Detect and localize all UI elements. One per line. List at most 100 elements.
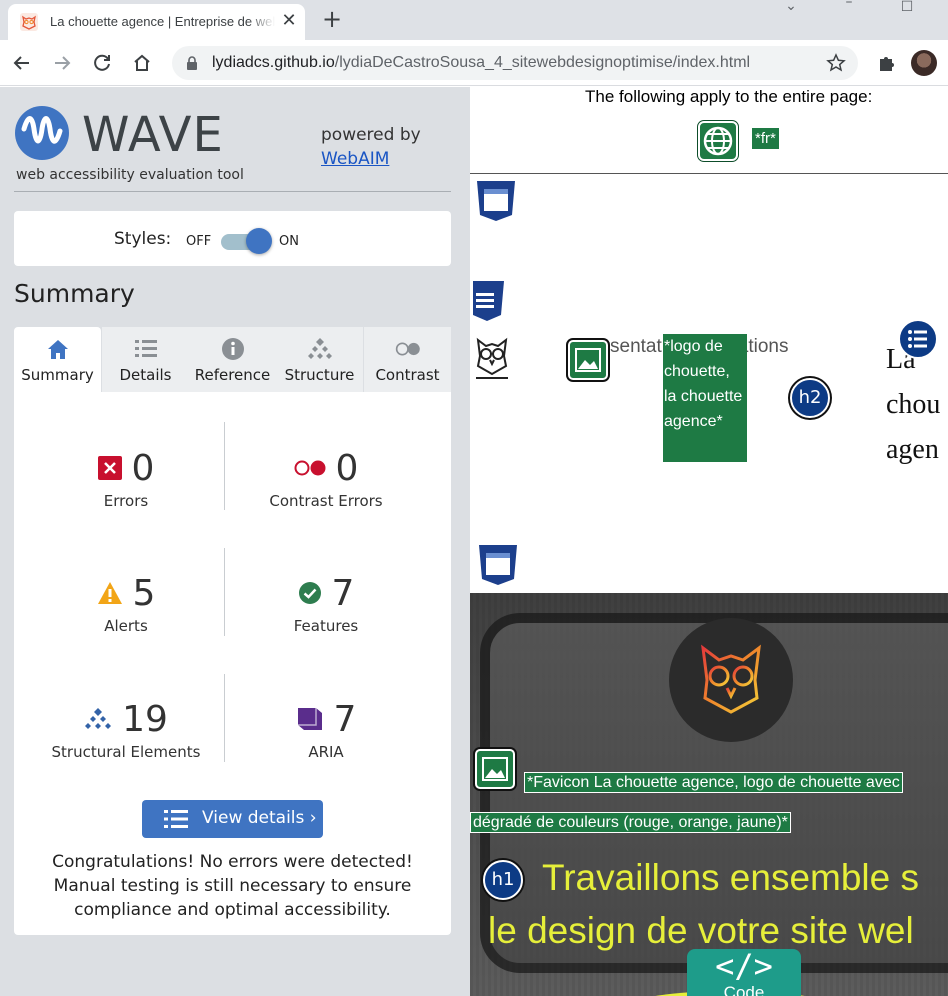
- structural-count: 19: [122, 698, 168, 740]
- toggle-knob[interactable]: [246, 228, 272, 254]
- new-tab-icon[interactable]: +: [318, 6, 346, 34]
- aria-landmark-icon[interactable]: [476, 543, 520, 587]
- aria-nav-icon[interactable]: [470, 279, 514, 323]
- page-divider: [470, 173, 948, 174]
- code-word: Code: [723, 983, 765, 996]
- contrast-icon: [395, 342, 420, 356]
- globe-icon: [703, 126, 733, 156]
- tab-strip: La chouette agence | Entreprise de web d…: [0, 0, 948, 40]
- url-host: lydiadcs.github.io: [212, 54, 335, 71]
- structural-label: Structural Elements: [51, 743, 201, 761]
- webaim-link[interactable]: WebAIM: [321, 149, 389, 169]
- reload-icon[interactable]: [88, 49, 116, 77]
- structure-icon: [85, 708, 112, 729]
- hero-heading: Travaillons ensemble s le design de votr…: [488, 851, 948, 957]
- contrast-errors-count: 0: [335, 447, 359, 489]
- tab-contrast[interactable]: Contrast: [364, 327, 451, 392]
- tab-structure-label: Structure: [284, 366, 355, 384]
- url-path: /lydiaDeCastroSousa_4_sitewebdesignoptim…: [334, 54, 751, 71]
- error-icon: [97, 456, 122, 480]
- tab-title: La chouette agence | Entreprise de web d…: [50, 14, 275, 29]
- wave-brand: WAVE: [82, 107, 224, 163]
- congrats-message: Congratulations! No errors were detected…: [52, 852, 413, 920]
- stat-features[interactable]: 7 Features: [226, 572, 426, 636]
- bookmark-star-icon[interactable]: [826, 53, 846, 73]
- wave-divider: [14, 191, 451, 192]
- styles-toggle[interactable]: [221, 228, 272, 254]
- favicon-alt-text: *Favicon La chouette agence, logo de cho…: [470, 763, 948, 843]
- stat-errors[interactable]: 0 Errors: [26, 448, 226, 510]
- stat-alerts[interactable]: 5 Alerts: [26, 573, 226, 635]
- browser-toolbar: lydiadcs.github.io/lydiaDeCastroSousa_4_…: [0, 40, 948, 86]
- errors-count: 0: [131, 447, 155, 489]
- powered-by-text: powered by: [321, 125, 421, 145]
- wave-subtitle: web accessibility evaluation tool: [16, 167, 244, 183]
- features-label: Features: [293, 617, 359, 635]
- contrast-error-icon: [294, 460, 326, 476]
- wave-tabs: Summary Details Reference Structure Cont…: [14, 327, 451, 392]
- hierarchy-icon: [307, 338, 332, 359]
- aria-label: ARIA: [308, 743, 344, 761]
- picture-icon: [575, 348, 601, 372]
- stat-aria[interactable]: 7 ARIA: [226, 699, 426, 761]
- hero-section: *Favicon La chouette agence, logo de cho…: [470, 593, 948, 996]
- minimize-icon[interactable]: –: [834, 0, 864, 12]
- powered-by: powered by WebAIM: [321, 123, 421, 171]
- tab-contrast-label: Contrast: [375, 366, 440, 384]
- alert-icon: [97, 582, 122, 604]
- owl-logo-icon: [476, 337, 508, 379]
- summary-panel: 0 Errors 0 Contrast Errors 5 Alerts 7 Fe…: [14, 392, 451, 935]
- tab-structure[interactable]: Structure: [276, 327, 363, 392]
- image-icon[interactable]: [568, 340, 608, 380]
- tab-summary[interactable]: Summary: [14, 327, 101, 392]
- stat-contrast-errors[interactable]: 0 Contrast Errors: [226, 447, 426, 511]
- tab-summary-label: Summary: [21, 366, 94, 384]
- errors-label: Errors: [103, 492, 149, 510]
- page-wide-notice: The following apply to the entire page:: [585, 87, 873, 106]
- lock-icon[interactable]: [184, 55, 200, 71]
- tab-details[interactable]: Details: [102, 327, 189, 392]
- owl-gradient-icon: [701, 644, 761, 718]
- code-badge[interactable]: </> Code: [687, 949, 801, 996]
- aria-count: 7: [333, 698, 357, 740]
- browser-tab[interactable]: La chouette agence | Entreprise de web d…: [8, 4, 305, 40]
- contrast-errors-label: Contrast Errors: [269, 492, 383, 510]
- wave-panel: WAVE web accessibility evaluation tool p…: [0, 87, 470, 996]
- styles-label: Styles:: [114, 229, 172, 249]
- view-details-button[interactable]: View details ›: [142, 800, 323, 838]
- close-tab-icon[interactable]: ✕: [278, 10, 300, 32]
- stat-structural[interactable]: 19 Structural Elements: [26, 698, 226, 762]
- h2-heading-icon[interactable]: h2: [790, 378, 830, 418]
- profile-avatar[interactable]: [911, 50, 937, 76]
- code-symbol: </>: [715, 947, 773, 985]
- aria-icon: [297, 708, 322, 730]
- tab-search-icon[interactable]: ⌄: [776, 0, 806, 16]
- toggle-off-label: OFF: [186, 234, 212, 249]
- tab-reference[interactable]: Reference: [189, 327, 276, 392]
- view-details-label: View details ›: [202, 808, 317, 828]
- language-globe-icon[interactable]: [698, 121, 738, 161]
- tab-details-label: Details: [119, 366, 172, 384]
- wave-logo-icon: [15, 106, 69, 160]
- language-tag: *fr*: [752, 128, 779, 149]
- address-bar[interactable]: lydiadcs.github.io/lydiaDeCastroSousa_4_…: [172, 46, 858, 80]
- extensions-puzzle-icon[interactable]: [872, 49, 900, 77]
- toggle-on-label: ON: [279, 234, 299, 249]
- list-structure-icon[interactable]: [898, 319, 938, 359]
- back-arrow-icon[interactable]: [8, 49, 36, 77]
- summary-heading: Summary: [14, 279, 135, 308]
- aria-landmark-icon[interactable]: [474, 179, 518, 223]
- h2-label: h2: [798, 387, 822, 408]
- home-icon: [47, 340, 68, 359]
- tab-reference-label: Reference: [194, 366, 271, 384]
- forward-arrow-icon[interactable]: [48, 49, 76, 77]
- feature-check-icon: [298, 582, 321, 604]
- maximize-icon[interactable]: ☐: [892, 0, 922, 17]
- list-icon: [164, 810, 188, 828]
- styles-toggle-box: Styles: OFF ON: [14, 211, 451, 266]
- evaluated-page: The following apply to the entire page: …: [470, 87, 948, 996]
- home-icon[interactable]: [128, 49, 156, 77]
- alerts-count: 5: [132, 572, 156, 614]
- hero-heading-text: Travaillons ensemble s: [542, 857, 920, 898]
- features-count: 7: [331, 572, 355, 614]
